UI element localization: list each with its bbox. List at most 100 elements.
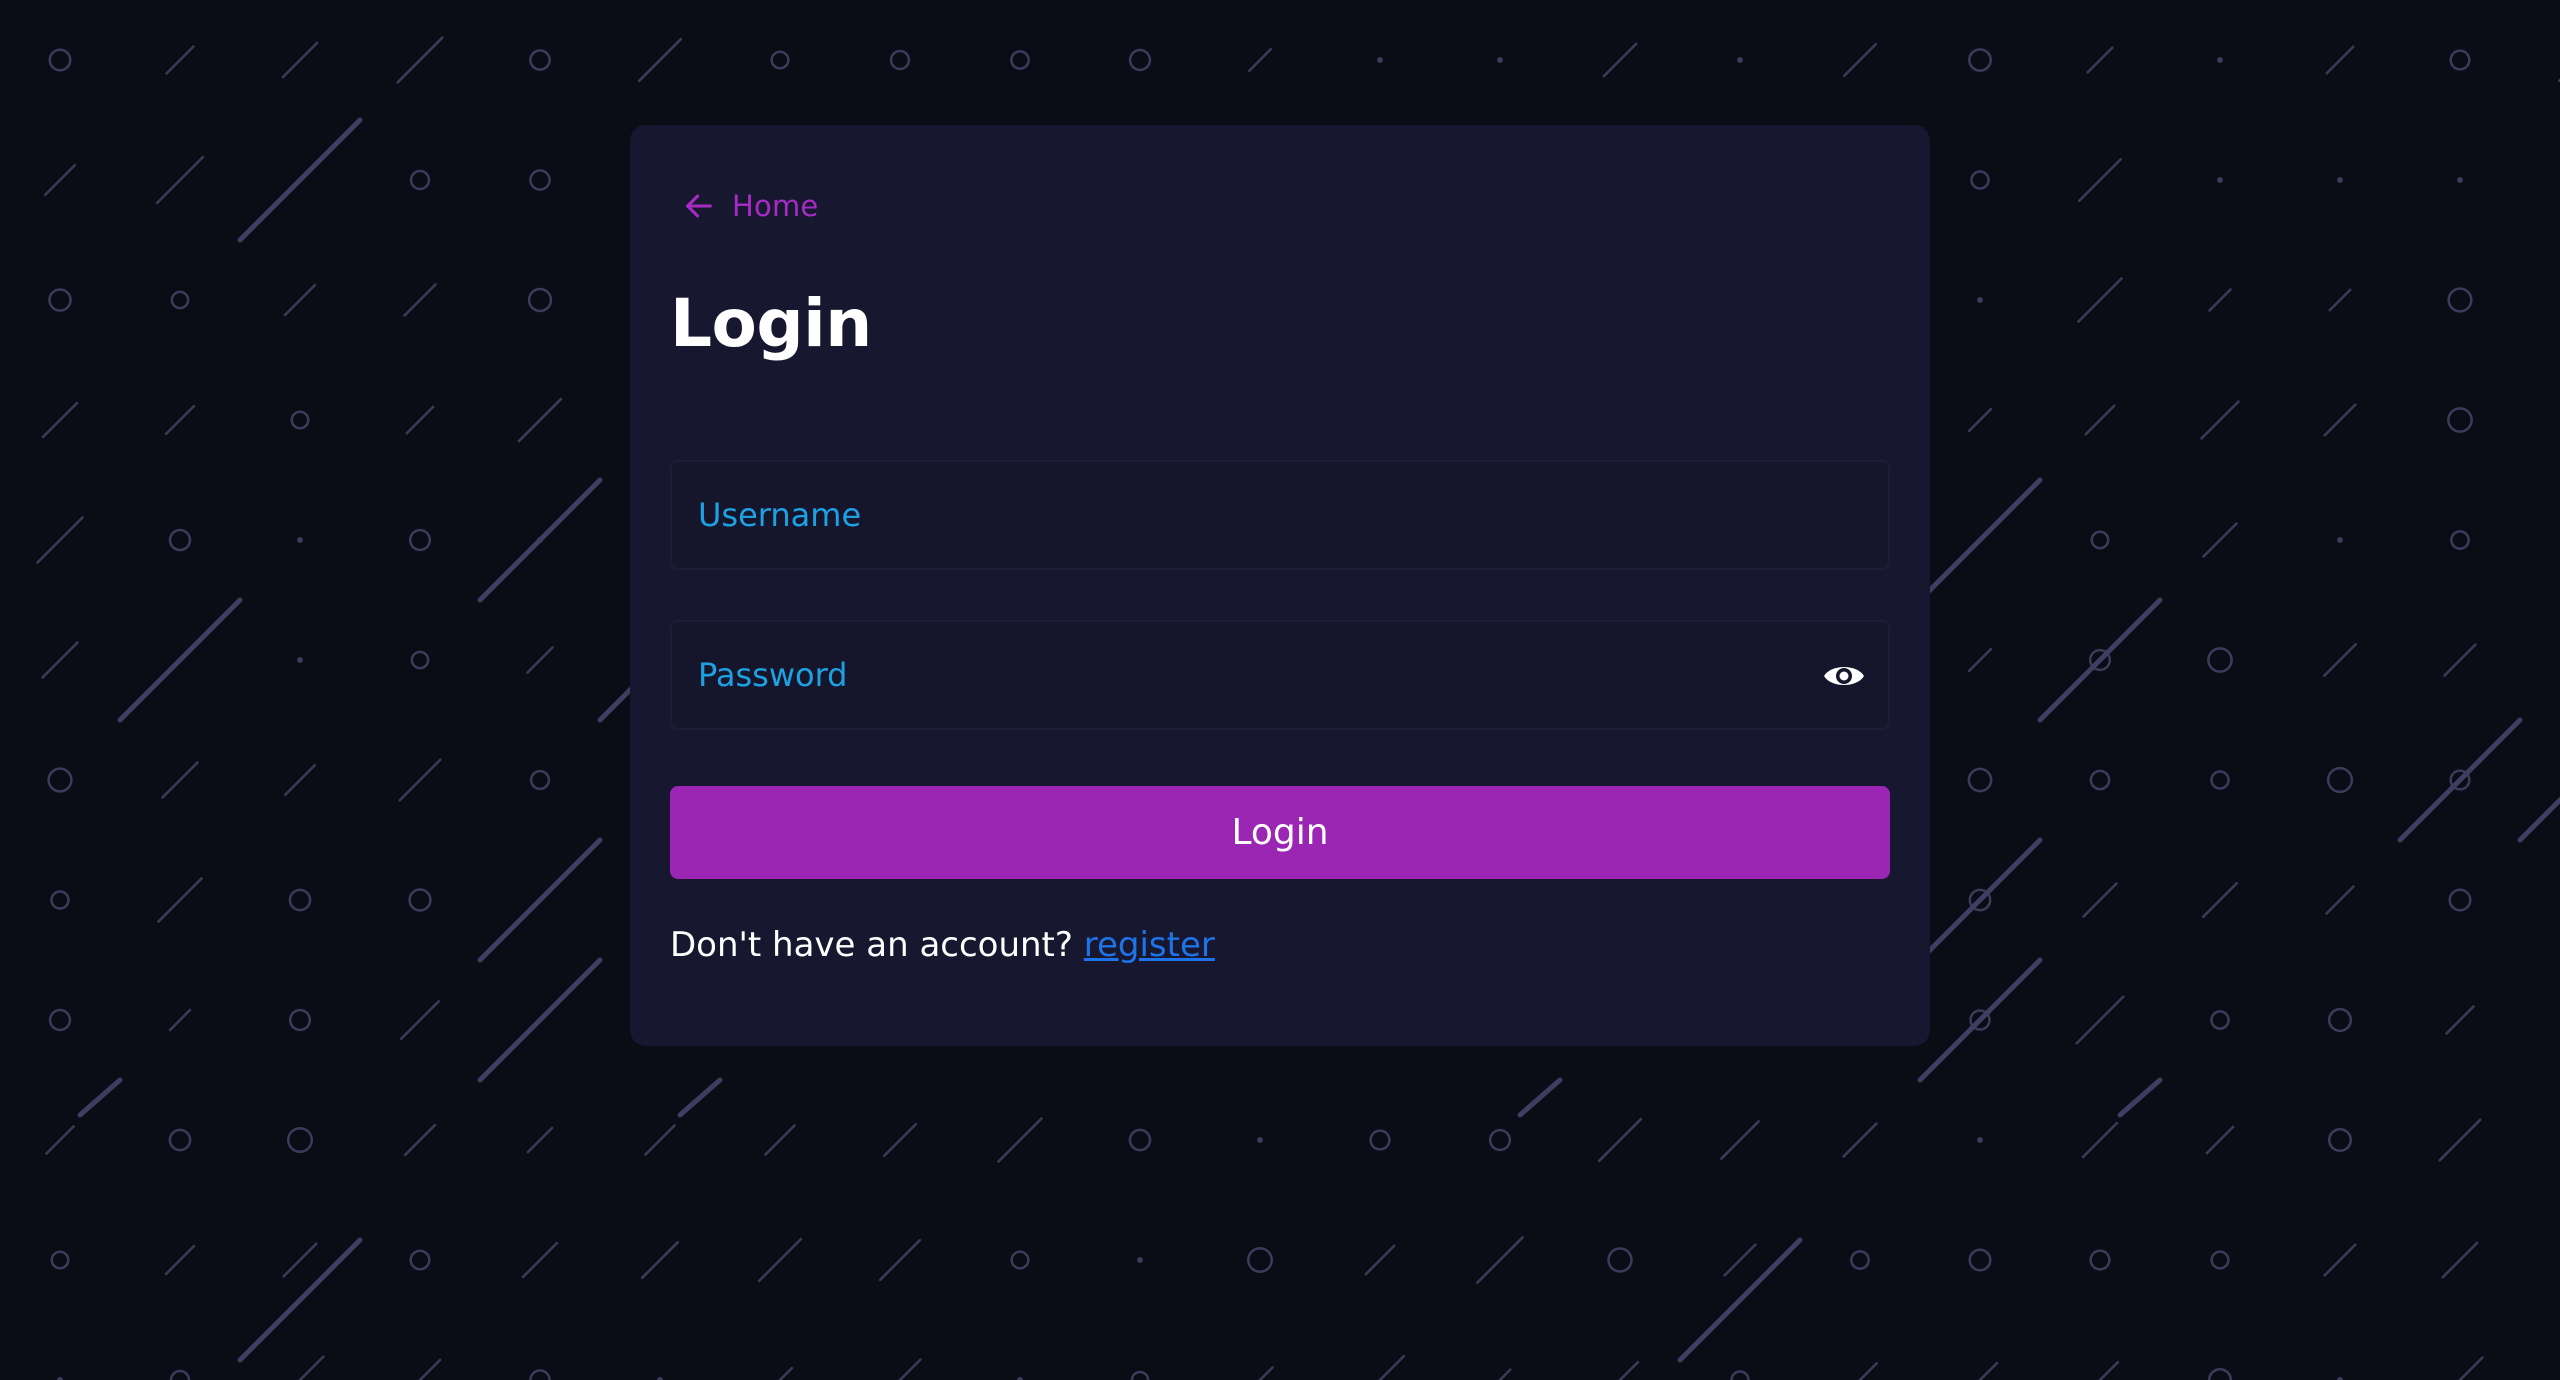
pattern-shape (2208, 288, 2232, 312)
pattern-shape (2443, 643, 2477, 677)
pattern-shape (1968, 1248, 1992, 1272)
pattern-shape (2323, 403, 2357, 437)
pattern-shape (1476, 1236, 1524, 1284)
pattern-shape (48, 48, 72, 72)
pattern-shape (36, 516, 84, 564)
pattern-shape (1602, 42, 1638, 78)
pattern-shape (2210, 1250, 2230, 1270)
pattern-shape (2089, 1249, 2111, 1271)
pattern-streak (2517, 796, 2560, 843)
pattern-shape (878, 1238, 922, 1282)
home-back-link[interactable]: Home (682, 182, 818, 230)
pattern-shape (48, 1008, 72, 1032)
pattern-shape (1842, 1122, 1878, 1158)
pattern-shape (1498, 1368, 1512, 1380)
pattern-shape (157, 877, 203, 923)
pattern-shape (2441, 1241, 2479, 1279)
username-input[interactable] (672, 462, 1888, 568)
pattern-streak (477, 837, 603, 963)
pattern-shape (410, 650, 430, 670)
pattern-shape (1010, 1250, 1030, 1270)
pattern-shape (2207, 1367, 2233, 1380)
pattern-shape (398, 758, 442, 802)
pattern-shape (2328, 288, 2352, 312)
pattern-shape (2098, 1360, 2120, 1380)
pattern-shape (288, 888, 312, 912)
pattern-shape (283, 763, 317, 797)
pattern-shape (2089, 769, 2111, 791)
pattern-shape (529, 169, 551, 191)
pattern-shape (283, 283, 317, 317)
pattern-shape (2323, 1243, 2357, 1277)
pattern-shape (45, 1125, 75, 1155)
pattern-shape (1258, 1366, 1274, 1380)
register-prompt-row: Don't have an account? register (670, 925, 1215, 965)
pattern-shape (770, 50, 790, 70)
pattern-shape (2082, 882, 2118, 918)
pattern-shape (1618, 1360, 1640, 1380)
pattern-shape (2217, 177, 2223, 183)
pattern-shape (1970, 170, 1990, 190)
pattern-shape (2325, 885, 2355, 915)
pattern-shape (50, 1250, 70, 1270)
eye-icon (1824, 667, 1864, 685)
pattern-shape (2075, 995, 2125, 1045)
pattern-streak (2397, 717, 2523, 843)
pattern-shape (517, 397, 563, 443)
pattern-shape (403, 1123, 437, 1157)
pattern-streak (117, 597, 243, 723)
pattern-shape (1010, 50, 1030, 70)
pattern-shape (403, 283, 437, 317)
pattern-shape (50, 890, 70, 910)
pattern-shape (2077, 277, 2123, 323)
pattern-shape (168, 1128, 192, 1152)
pattern-shape (1128, 48, 1152, 72)
pattern-shape (1730, 1370, 1750, 1380)
pattern-shape (2327, 1127, 2353, 1153)
pattern-shape (1130, 1370, 1150, 1380)
pattern-shape (281, 41, 319, 79)
pattern-shape (1377, 57, 1383, 63)
pattern-shape (2327, 1007, 2353, 1033)
pattern-shape (170, 290, 190, 310)
show-password-toggle[interactable] (1820, 655, 1868, 697)
pattern-shape (2090, 530, 2110, 550)
pattern-streak (677, 1077, 723, 1118)
pattern-shape (527, 287, 553, 313)
pattern-shape (2325, 45, 2355, 75)
login-button[interactable]: Login (670, 786, 1890, 879)
pattern-shape (41, 641, 79, 679)
page-title: Login (670, 285, 872, 362)
pattern-shape (644, 1124, 676, 1156)
pattern-shape (889, 49, 911, 71)
pattern-shape (168, 1008, 192, 1032)
pattern-shape (169, 1369, 191, 1380)
pattern-shape (1128, 1128, 1152, 1152)
arrow-left-icon (686, 194, 712, 218)
pattern-shape (1720, 1120, 1760, 1160)
pattern-shape (641, 1241, 679, 1279)
pattern-shape (521, 1241, 559, 1279)
pattern-shape (1967, 767, 1993, 793)
password-input[interactable] (672, 622, 1888, 728)
pattern-shape (2326, 766, 2354, 794)
pattern-shape (1137, 1257, 1143, 1263)
pattern-shape (290, 410, 310, 430)
pattern-shape (286, 1126, 314, 1154)
pattern-shape (164, 404, 196, 436)
pattern-shape (2447, 287, 2473, 313)
pattern-shape (405, 405, 435, 435)
pattern-shape (2200, 400, 2240, 440)
pattern-shape (529, 769, 551, 791)
pattern-streak (2117, 1077, 2163, 1118)
pattern-shape (529, 49, 551, 71)
pattern-shape (997, 1117, 1043, 1163)
pattern-shape (168, 528, 192, 552)
pattern-shape (2210, 1010, 2230, 1030)
pattern-shape (2202, 522, 2238, 558)
pattern-shape (1850, 1250, 1870, 1270)
pattern-shape (778, 1366, 794, 1380)
pattern-shape (1737, 57, 1743, 63)
register-link[interactable]: register (1084, 925, 1215, 965)
pattern-shape (409, 169, 431, 191)
